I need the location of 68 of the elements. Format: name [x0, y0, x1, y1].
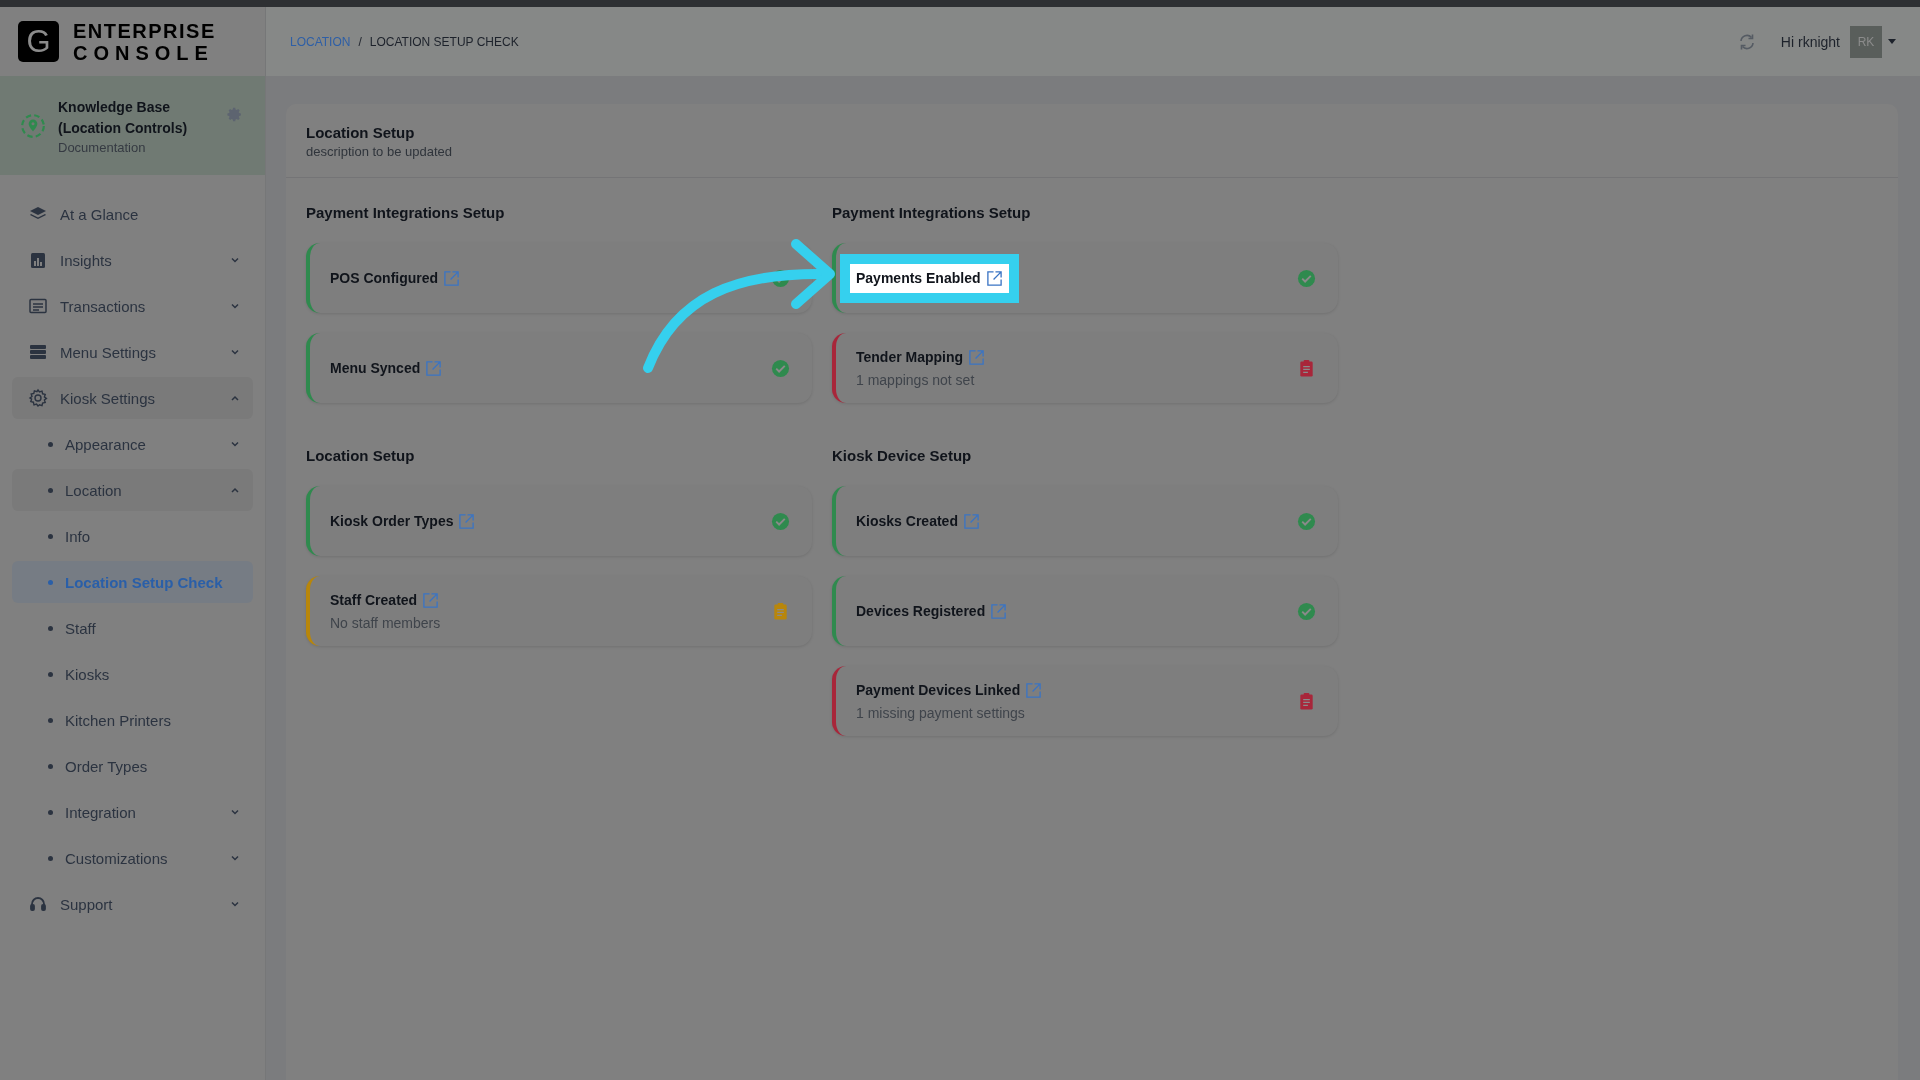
section-title: Payment Integrations Setup [832, 204, 1032, 221]
workspace-title: Knowledge Base (Location Controls) [58, 97, 189, 138]
bullet-icon [48, 717, 53, 723]
breadcrumb-item: LOCATION SETUP CHECK [369, 34, 519, 49]
sidebar-item[interactable]: Info [12, 515, 253, 557]
check-circle-icon [771, 511, 790, 531]
sidebar-item[interactable]: Order Types [12, 745, 253, 787]
sidebar-item[interactable]: Support [12, 883, 253, 925]
check-note: No staff members [330, 614, 441, 631]
bullet-icon [48, 579, 53, 585]
sidebar-item-icon [28, 250, 48, 270]
sidebar-item[interactable]: Customizations [12, 837, 253, 879]
sidebar-item[interactable]: Staff [12, 607, 253, 649]
check-label: Devices Registered [856, 603, 986, 619]
check-circle-icon [1297, 511, 1316, 531]
bullet-icon [48, 855, 53, 861]
sidebar-item[interactable]: At a Glance [12, 193, 253, 235]
section-title: Kiosk Device Setup [832, 447, 973, 464]
sidebar-item[interactable]: Integration [12, 791, 253, 833]
breadcrumb-separator: / [358, 34, 362, 49]
external-link-icon[interactable] [985, 269, 1003, 287]
sidebar-item[interactable]: Transactions [12, 285, 253, 327]
section-title: Payment Integrations Setup [306, 204, 506, 221]
check-note: 1 missing payment settings [856, 704, 1025, 721]
check-circle-icon [1297, 268, 1316, 288]
check-label: Payment Devices Linked [856, 682, 1021, 698]
sidebar-item[interactable]: Kiosk Settings [12, 377, 253, 419]
sidebar-item-icon [28, 388, 48, 408]
location-pin-icon [20, 112, 46, 139]
sidebar-item[interactable]: Kitchen Printers [12, 699, 253, 741]
section-title: Location Setup [306, 447, 416, 464]
bullet-icon [48, 441, 53, 447]
sidebar-item[interactable]: Insights [12, 239, 253, 281]
check-label: Tender Mapping [856, 349, 964, 365]
sidebar-item-icon [28, 894, 48, 914]
app-name: ENTERPRISE [73, 19, 216, 42]
bullet-icon [48, 487, 53, 493]
panel-title: Location Setup [306, 124, 416, 141]
breadcrumb-item[interactable]: LOCATION [290, 34, 351, 49]
bullet-icon [48, 763, 53, 769]
check-label: Kiosks Created [856, 513, 958, 529]
logo-icon: G [18, 21, 59, 62]
workspace-subtitle: Documentation [58, 139, 147, 155]
check-label: POS Configured [330, 270, 439, 286]
sidebar-item-icon [28, 296, 48, 316]
check-label: Menu Synced [330, 360, 421, 376]
sidebar-item[interactable]: Menu Settings [12, 331, 253, 373]
panel-description: description to be updated [306, 144, 453, 159]
dropdown-caret-icon[interactable] [1888, 39, 1896, 44]
bullet-icon [48, 671, 53, 677]
sidebar-item[interactable]: Location [12, 469, 253, 511]
app-name: CONSOLE [73, 41, 215, 64]
check-label: Payments Enabled [856, 270, 981, 286]
sidebar-item[interactable]: Appearance [12, 423, 253, 465]
clipboard-icon [1297, 691, 1316, 711]
sidebar-item[interactable]: Kiosks [12, 653, 253, 695]
bullet-icon [48, 625, 53, 631]
sidebar-item-icon [28, 342, 48, 362]
clipboard-icon [771, 601, 790, 621]
user-greeting: Hi rknight [1780, 33, 1840, 50]
bullet-icon [48, 533, 53, 539]
bullet-icon [48, 809, 53, 815]
check-label: Kiosk Order Types [330, 513, 454, 529]
check-label: Staff Created [330, 592, 418, 608]
check-circle-icon [771, 358, 790, 378]
check-circle-icon [1297, 601, 1316, 621]
clipboard-icon [1297, 358, 1316, 378]
check-note: 1 mappings not set [856, 371, 975, 388]
